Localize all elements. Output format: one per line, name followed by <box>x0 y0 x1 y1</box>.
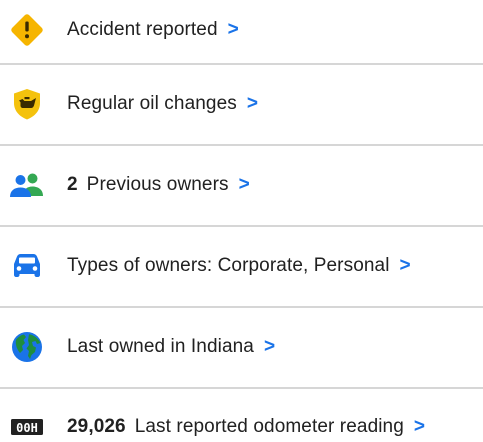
divider <box>0 306 483 308</box>
chevron-right-icon: > <box>227 19 239 40</box>
odometer-icon-text: 00H <box>16 421 38 435</box>
history-item-text: Regular oil changes > <box>67 92 258 116</box>
history-item-label: Last owned in Indiana <box>67 336 254 357</box>
history-item-text: 29,026 Last reported odometer reading > <box>67 415 425 439</box>
history-item-label: Previous owners <box>86 174 229 195</box>
car-icon <box>8 247 46 285</box>
odometer-value: 29,026 <box>67 416 126 437</box>
history-item-label: Accident reported <box>67 19 218 40</box>
vehicle-history-list: Accident reported > Regular oil changes … <box>0 0 483 442</box>
people-icon <box>8 166 46 204</box>
warning-diamond-icon <box>8 11 46 49</box>
history-item-accident[interactable]: Accident reported > <box>0 0 483 60</box>
history-item-text: Accident reported > <box>67 18 239 42</box>
owner-count: 2 <box>67 174 78 195</box>
chevron-right-icon: > <box>399 255 411 276</box>
chevron-right-icon: > <box>238 174 250 195</box>
history-item-label: Last reported odometer reading <box>134 416 404 437</box>
divider <box>0 144 483 146</box>
history-item-previous-owners[interactable]: 2 Previous owners > <box>0 155 483 215</box>
divider <box>0 387 483 389</box>
history-item-label: Types of owners: Corporate, Personal <box>67 255 390 276</box>
history-item-text: Types of owners: Corporate, Personal > <box>67 254 411 278</box>
chevron-right-icon: > <box>413 416 426 437</box>
oil-can-shield-icon <box>8 85 46 123</box>
odometer-icon: 00H <box>8 408 46 442</box>
chevron-right-icon: > <box>263 336 276 357</box>
history-item-label: Regular oil changes <box>67 93 237 114</box>
history-item-owner-types[interactable]: Types of owners: Corporate, Personal > <box>0 236 483 296</box>
history-item-text: 2 Previous owners > <box>67 173 250 197</box>
divider <box>0 63 483 65</box>
history-item-last-owned-location[interactable]: Last owned in Indiana > <box>0 317 483 377</box>
chevron-right-icon: > <box>246 93 259 114</box>
history-item-oil-changes[interactable]: Regular oil changes > <box>0 74 483 134</box>
globe-icon <box>8 328 46 366</box>
history-item-odometer[interactable]: 00H 29,026 Last reported odometer readin… <box>0 397 483 442</box>
history-item-text: Last owned in Indiana > <box>67 335 275 359</box>
divider <box>0 225 483 227</box>
